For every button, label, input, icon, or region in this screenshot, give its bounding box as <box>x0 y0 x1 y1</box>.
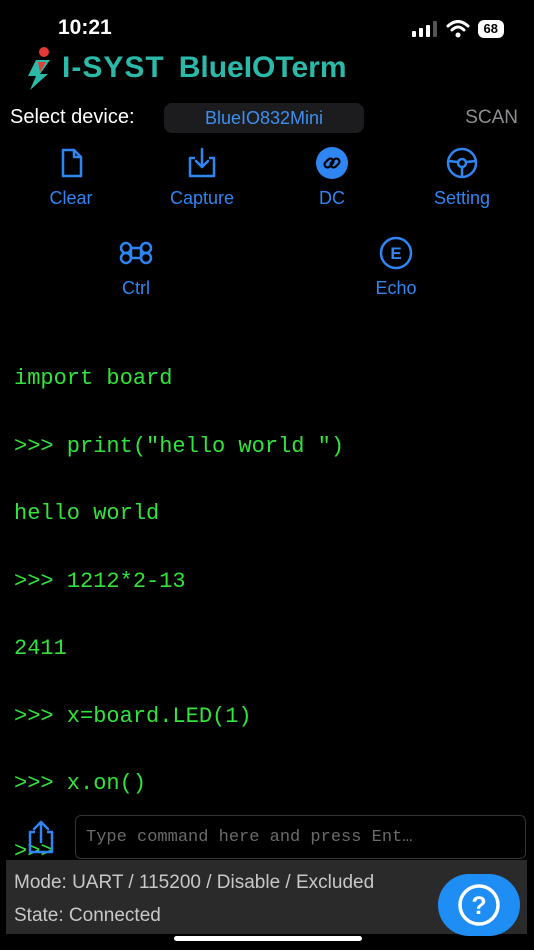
terminal-line: import board <box>14 366 173 391</box>
ctrl-button[interactable]: Ctrl <box>76 236 196 299</box>
terminal-line: >>> 1212*2-13 <box>14 568 186 594</box>
svg-text:?: ? <box>471 892 486 920</box>
clear-label: Clear <box>49 188 93 208</box>
setting-label: Setting <box>433 188 491 208</box>
terminal-output[interactable]: import board >>> print("hello world ") h… <box>14 323 344 886</box>
select-device-label: Select device: <box>10 106 135 128</box>
echo-button[interactable]: E Echo <box>336 236 456 299</box>
dc-label: DC <box>319 188 345 208</box>
status-time: 10:21 <box>58 16 112 39</box>
svg-text:E: E <box>390 244 401 263</box>
setting-button[interactable]: Setting <box>402 146 522 209</box>
mode-text: Mode: UART / 115200 / Disable / Excluded <box>14 872 375 893</box>
terminal-line: >>> print("hello world ") <box>14 433 345 459</box>
help-button[interactable]: ? <box>438 874 520 936</box>
isyst-logo-icon <box>28 47 50 90</box>
battery-indicator: 68 <box>477 20 504 38</box>
clear-button[interactable]: Clear <box>11 146 131 209</box>
terminal-line: >>> x=board.LED(1) <box>14 703 252 729</box>
brand-name: I-SYST <box>62 51 165 84</box>
question-mark-icon: ? <box>458 884 500 926</box>
share-button[interactable] <box>22 818 60 856</box>
dc-button[interactable]: DC <box>272 146 392 209</box>
signal-icon <box>411 21 437 37</box>
command-key-icon <box>119 241 153 265</box>
app-logo: I-SYST BlueIOTerm <box>22 46 347 90</box>
ctrl-label: Ctrl <box>122 278 150 298</box>
download-tray-icon <box>188 147 216 178</box>
echo-label: Echo <box>375 278 417 298</box>
device-selector-value: BlueIO832Mini <box>204 107 324 128</box>
terminal-line: >>> x.on() <box>14 771 147 796</box>
steering-wheel-icon <box>446 147 478 179</box>
status-icons: 68 <box>411 20 504 38</box>
scan-button[interactable]: SCAN <box>465 107 518 129</box>
wifi-icon <box>446 20 470 38</box>
capture-label: Capture <box>169 188 235 208</box>
circle-e-icon: E <box>379 236 413 270</box>
state-text: State: Connected <box>14 905 161 926</box>
terminal-line: 2411 <box>14 636 67 661</box>
device-selector[interactable]: BlueIO832Mini <box>164 103 364 133</box>
share-icon <box>28 820 54 854</box>
capture-button[interactable]: Capture <box>142 146 262 209</box>
app-name: BlueIOTerm <box>178 51 347 84</box>
document-icon <box>61 148 83 178</box>
link-icon <box>316 147 348 179</box>
terminal-line: hello world <box>14 501 160 526</box>
home-indicator <box>174 936 362 941</box>
command-input[interactable] <box>75 815 526 859</box>
